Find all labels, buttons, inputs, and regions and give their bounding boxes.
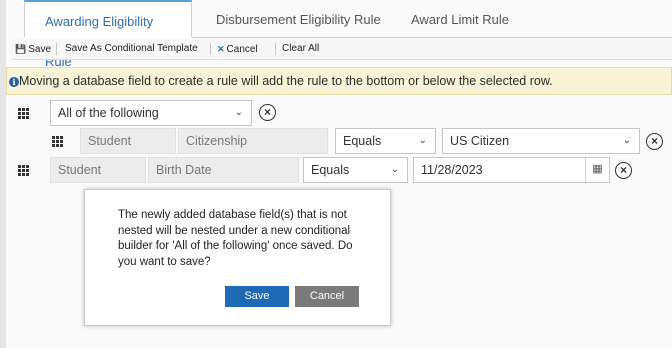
group-condition-value: All of the following	[58, 106, 159, 120]
notice-text: Moving a database field to create a rule…	[19, 74, 553, 88]
dialog-cancel-button[interactable]: Cancel	[295, 286, 359, 307]
save-as-conditional-template-button[interactable]: Save As Conditional Template	[65, 38, 198, 60]
remove-rule2-icon[interactable]: ×	[615, 162, 632, 179]
chevron-down-icon: ⌄	[390, 164, 399, 175]
rule1-operator-select[interactable]: Equals ⌄	[335, 128, 436, 154]
tab-award-limit[interactable]: Award Limit Rule	[391, 0, 529, 38]
dialog-message: The newly added database field(s) that i…	[118, 209, 353, 268]
rule1-field-name: Citizenship	[178, 128, 328, 154]
rule1-value-select[interactable]: US Citizen ⌄	[442, 128, 640, 154]
rule1-operator-value: Equals	[343, 134, 382, 148]
calendar-icon[interactable]: ▦	[585, 158, 609, 182]
group-condition-select[interactable]: All of the following ⌄	[50, 100, 252, 126]
chevron-down-icon: ⌄	[234, 107, 243, 118]
drag-handle-icon[interactable]	[18, 108, 29, 119]
rule2-entity-field: Student	[50, 157, 146, 183]
tab-bar: Awarding Eligibility Rule Disbursement E…	[24, 0, 672, 69]
tab-disbursement-eligibility[interactable]: Disbursement Eligibility Rule	[196, 0, 401, 38]
rule2-operator-select[interactable]: Equals ⌄	[303, 157, 408, 183]
remove-group-icon[interactable]: ×	[259, 104, 276, 121]
chevron-down-icon: ⌄	[622, 135, 631, 146]
tab-awarding-eligibility[interactable]: Awarding Eligibility Rule	[24, 0, 192, 69]
save-icon: 💾	[15, 44, 27, 54]
toolbar-divider	[275, 43, 276, 55]
confirm-dialog: The newly added database field(s) that i…	[84, 189, 391, 326]
dialog-save-button[interactable]: Save	[225, 286, 289, 307]
rule-builder-panel: Awarding Eligibility Rule Disbursement E…	[0, 0, 672, 348]
cancel-label: Cancel	[226, 44, 258, 55]
rule2-date-input[interactable]: 11/28/2023 ▦	[413, 157, 610, 183]
rule1-entity-field: Student	[80, 128, 176, 154]
clear-all-button[interactable]: Clear All	[282, 38, 319, 60]
toolbar: 💾 Save Save As Conditional Template ✕ Canc…	[12, 38, 672, 60]
remove-rule1-icon[interactable]: ×	[646, 133, 663, 150]
rule2-date-value: 11/28/2023	[421, 163, 483, 177]
rule2-operator-value: Equals	[311, 163, 350, 177]
save-label: Save	[28, 44, 52, 55]
close-icon: ✕	[217, 44, 225, 54]
toolbar-divider	[56, 43, 57, 55]
cancel-button[interactable]: ✕ Cancel	[217, 38, 258, 60]
info-notice: i Moving a database field to create a rul…	[6, 67, 672, 95]
info-icon: i	[9, 77, 19, 87]
drag-handle-icon[interactable]	[18, 165, 29, 176]
rule1-value-text: US Citizen	[450, 134, 510, 148]
toolbar-divider	[210, 43, 211, 55]
save-button[interactable]: 💾 Save	[15, 38, 51, 60]
rule2-field-name: Birth Date	[148, 157, 299, 183]
drag-handle-icon[interactable]	[52, 136, 63, 147]
chevron-down-icon: ⌄	[418, 135, 427, 146]
